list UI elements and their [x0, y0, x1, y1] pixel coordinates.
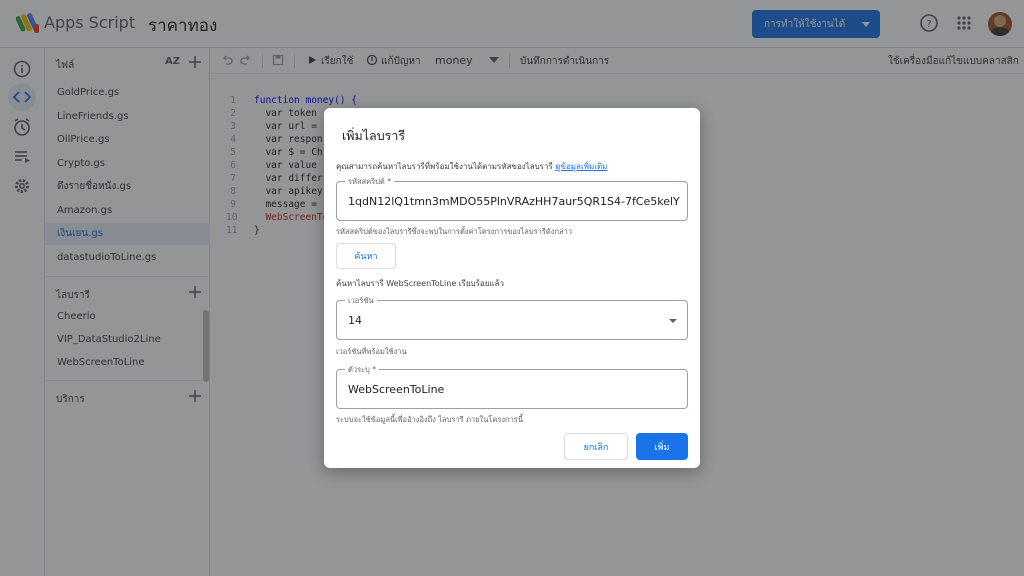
script-id-label: รหัสสคริปต์ *	[345, 176, 394, 188]
version-label: เวอร์ชัน	[345, 295, 377, 307]
dialog-description: คุณสามารถค้นหาไลบรารีที่พร้อมใช้งานได้ตา…	[336, 160, 607, 173]
script-id-hint: รหัสสคริปต์ของไลบรารีซึ่งจะพบในการตั้งค่…	[336, 227, 573, 236]
identifier-label: ตัวระบุ *	[345, 364, 380, 376]
chevron-down-icon	[669, 319, 677, 323]
identifier-hint: ระบบจะใช้ข้อมูลนี้เพื่ออ้างอิงถึง ไลบราร…	[336, 415, 523, 424]
cancel-button[interactable]: ยกเลิก	[564, 433, 628, 460]
version-value: 14	[348, 314, 362, 327]
lookup-button[interactable]: ค้นหา	[336, 243, 396, 269]
description-text: คุณสามารถค้นหาไลบรารีที่พร้อมใช้งานได้ตา…	[336, 162, 553, 171]
add-library-dialog: เพิ่มไลบรารี คุณสามารถค้นหาไลบรารีที่พร้…	[324, 108, 700, 468]
script-id-field[interactable]: รหัสสคริปต์ * 1qdN12lQ1tmn3mMDO55PlnVRAz…	[336, 176, 688, 221]
add-button[interactable]: เพิ่ม	[636, 433, 688, 460]
identifier-field[interactable]: ตัวระบุ * WebScreenToLine	[336, 364, 688, 409]
lookup-result-message: ค้นหาไลบรารี WebScreenToLine เรียบร้อยแล…	[336, 279, 504, 288]
learn-more-link[interactable]: ดูข้อมูลเพิ่มเติม	[555, 162, 607, 171]
dialog-title: เพิ่มไลบรารี	[342, 128, 406, 143]
identifier-input[interactable]: WebScreenToLine	[348, 383, 680, 396]
version-hint: เวอร์ชันที่พร้อมใช้งาน	[336, 347, 407, 356]
version-select[interactable]: เวอร์ชัน 14	[336, 295, 688, 340]
script-id-input[interactable]: 1qdN12lQ1tmn3mMDO55PlnVRAzHH7aur5QR1S4-7…	[348, 195, 680, 208]
